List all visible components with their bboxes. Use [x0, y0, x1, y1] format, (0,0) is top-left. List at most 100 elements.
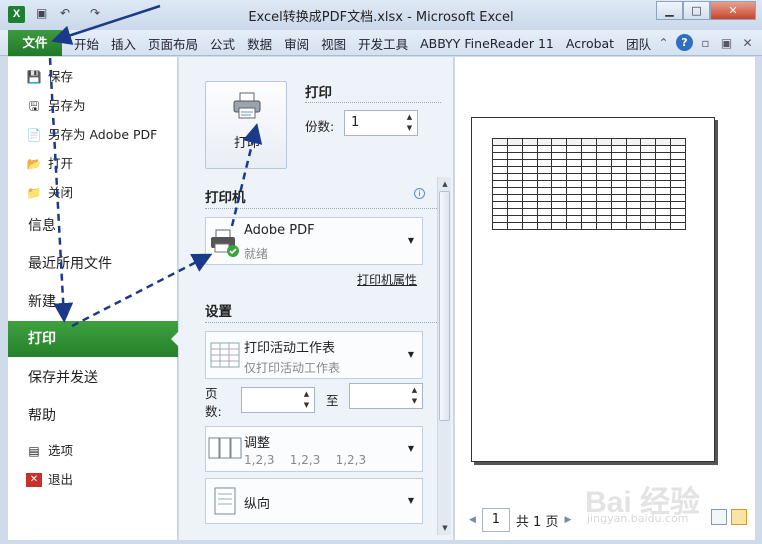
- section-recent[interactable]: 最近所用文件: [28, 252, 112, 276]
- preview-cell: [670, 159, 686, 167]
- preview-cell: [551, 215, 568, 223]
- preview-cell: [670, 180, 686, 188]
- preview-cell: [551, 201, 568, 209]
- preview-cell: [670, 194, 686, 202]
- preview-cell: [506, 194, 523, 202]
- help-icon[interactable]: ?: [676, 34, 693, 51]
- maximize-button[interactable]: □: [683, 1, 710, 20]
- cmd-open[interactable]: 📂 打开: [26, 152, 74, 176]
- cmd-exit[interactable]: ✕ 退出: [26, 468, 73, 492]
- preview-cell: [536, 145, 553, 153]
- preview-cell: [625, 152, 642, 160]
- preview-cell: [521, 194, 538, 202]
- ribbon-tab[interactable]: 审阅: [278, 34, 315, 53]
- cmd-close[interactable]: 📁 关闭: [26, 181, 74, 205]
- stepper-up-icon[interactable]: ▲: [301, 390, 312, 399]
- stepper-down-icon[interactable]: ▼: [409, 397, 420, 406]
- orientation-dropdown[interactable]: 纵向 ▼: [205, 478, 423, 524]
- preview-cell: [640, 215, 657, 223]
- preview-cell: [595, 222, 612, 230]
- preview-cell: [655, 222, 672, 230]
- preview-cell: [521, 138, 538, 146]
- pages-from-input[interactable]: ▲ ▼: [241, 387, 315, 413]
- ribbon-tab[interactable]: 公式: [204, 34, 241, 53]
- ribbon-tab[interactable]: 插入: [105, 34, 142, 53]
- prev-page-icon[interactable]: ◀: [469, 515, 476, 525]
- ribbon-tab[interactable]: 开发工具: [352, 34, 414, 53]
- preview-cell: [551, 180, 568, 188]
- ribbon-tab[interactable]: 数据: [241, 34, 278, 53]
- stepper-up-icon[interactable]: ▲: [409, 386, 420, 395]
- cmd-save-as-pdf[interactable]: 📄 另存为 Adobe PDF: [26, 123, 158, 147]
- window-title: Excel转换成PDF文档.xlsx - Microsoft Excel: [248, 10, 514, 25]
- info-icon[interactable]: i: [414, 188, 425, 199]
- preview-cell: [655, 166, 672, 174]
- section-print[interactable]: 打印: [8, 321, 179, 357]
- minimize-button[interactable]: ▁: [656, 1, 683, 20]
- ribbon-tab[interactable]: Acrobat: [560, 36, 620, 51]
- copies-stepper[interactable]: 1 ▲ ▼: [344, 110, 418, 136]
- preview-cell: [521, 180, 538, 188]
- window-controls: ▁ □ ✕: [656, 1, 756, 20]
- preview-cell: [581, 215, 597, 223]
- page-number-input[interactable]: 1: [481, 508, 510, 532]
- scroll-down-icon[interactable]: ▼: [438, 521, 452, 535]
- cmd-save-as[interactable]: 🖫 另存为: [26, 94, 86, 118]
- chevron-down-icon: ▼: [407, 444, 414, 453]
- ribbon-right-controls: ⌃ ? ▫ ▣ ✕: [655, 34, 756, 51]
- preview-cell: [581, 173, 597, 181]
- preview-cell: [492, 180, 508, 188]
- divider: [305, 102, 441, 103]
- printer-heading: 打印机: [205, 190, 246, 206]
- print-button[interactable]: 打印: [205, 81, 287, 169]
- preview-cell: [581, 180, 597, 188]
- preview-cell: [625, 187, 642, 195]
- cmd-options[interactable]: ▤ 选项: [26, 439, 73, 463]
- print-scope-dropdown[interactable]: 打印活动工作表 仅打印活动工作表 ▼: [205, 331, 423, 379]
- ribbon-tab[interactable]: 视图: [315, 34, 352, 53]
- tab-file[interactable]: 文件: [8, 30, 62, 56]
- stepper-down-icon[interactable]: ▼: [404, 124, 415, 133]
- ribbon-tab[interactable]: ABBYY FineReader 11: [414, 36, 560, 51]
- ribbon-tab[interactable]: 页面布局: [142, 34, 204, 53]
- preview-cell: [625, 138, 642, 146]
- section-info[interactable]: 信息: [28, 214, 56, 238]
- settings-scrollbar[interactable]: ▲ ▼: [437, 177, 451, 535]
- ribbon-tab[interactable]: 团队: [620, 34, 657, 53]
- preview-cell: [610, 138, 627, 146]
- workbook-restore-icon[interactable]: ▣: [718, 36, 735, 50]
- zoom-to-page-icon[interactable]: [731, 509, 747, 525]
- stepper-down-icon[interactable]: ▼: [301, 401, 312, 410]
- next-page-icon[interactable]: ▶: [564, 515, 571, 525]
- preview-cell: [655, 180, 672, 188]
- section-help[interactable]: 帮助: [28, 404, 56, 428]
- preview-row: [492, 194, 686, 202]
- preview-cell: [670, 152, 686, 160]
- preview-row: [492, 159, 686, 167]
- preview-cell: [492, 138, 508, 146]
- scroll-up-icon[interactable]: ▲: [438, 177, 452, 191]
- save-as-icon: 🖫: [28, 99, 40, 113]
- save-as-pdf-icon: 📄: [26, 128, 42, 142]
- preview-cell: [655, 173, 672, 181]
- close-button[interactable]: ✕: [710, 1, 756, 20]
- scrollbar-thumb[interactable]: [439, 191, 450, 421]
- workbook-close-icon[interactable]: ✕: [739, 36, 756, 50]
- printer-dropdown[interactable]: Adobe PDF 就绪 ▼: [205, 217, 423, 265]
- ribbon-tab[interactable]: 开始: [68, 34, 105, 53]
- preview-cell: [551, 187, 568, 195]
- preview-cell: [521, 166, 538, 174]
- show-margins-icon[interactable]: [711, 509, 727, 525]
- section-new[interactable]: 新建: [28, 290, 56, 314]
- stepper-up-icon[interactable]: ▲: [404, 113, 415, 122]
- preview-cell: [625, 215, 642, 223]
- ribbon-minimize-icon[interactable]: ⌃: [655, 36, 672, 50]
- preview-cell: [640, 194, 657, 202]
- section-save-send[interactable]: 保存并发送: [28, 366, 98, 390]
- restore-icon[interactable]: ▫: [697, 36, 714, 50]
- collate-dropdown[interactable]: 调整 1,2,3 1,2,3 1,2,3 ▼: [205, 426, 423, 472]
- printer-properties-link[interactable]: 打印机属性: [357, 271, 417, 288]
- preview-cell: [566, 173, 583, 181]
- cmd-save[interactable]: 💾 保存: [26, 65, 74, 89]
- pages-to-input[interactable]: ▲ ▼: [349, 383, 423, 409]
